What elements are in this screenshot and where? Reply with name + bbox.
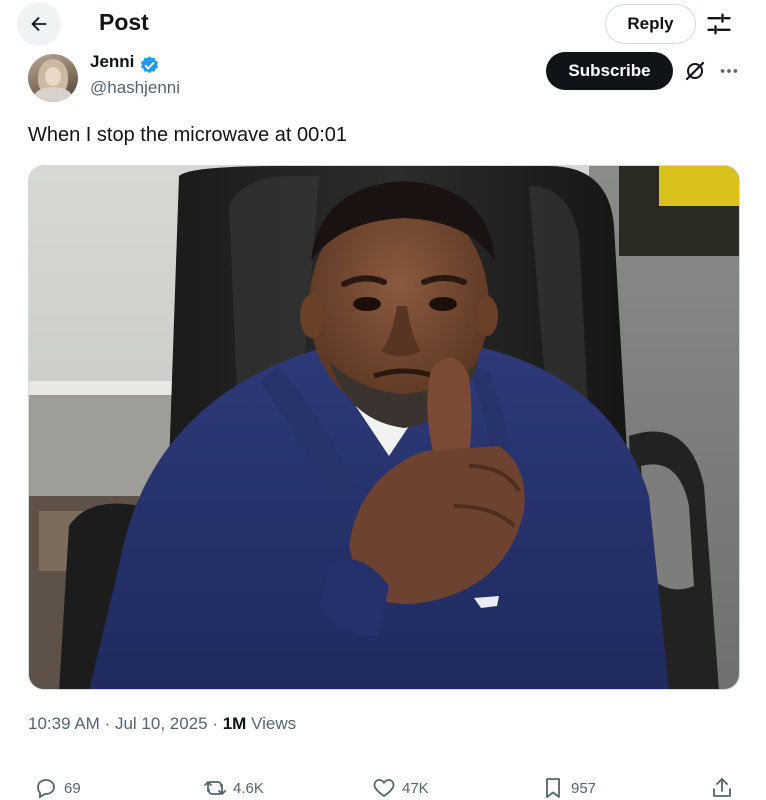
views-count: 1M (222, 714, 247, 733)
action-bar: 69 4.6K 47K 957 (0, 772, 766, 800)
grok-icon[interactable] (683, 59, 707, 83)
reply-icon (37, 779, 55, 799)
bookmark-count: 957 (571, 779, 597, 797)
subscribe-button[interactable]: Subscribe (546, 52, 673, 90)
top-bar: Post Reply (0, 0, 766, 50)
back-button[interactable] (17, 2, 61, 46)
separator: · (212, 714, 223, 733)
share-icon (713, 778, 731, 797)
share-action[interactable] (710, 772, 734, 800)
post-image[interactable] (28, 165, 740, 690)
reply-count: 69 (64, 779, 81, 797)
post-date[interactable]: Jul 10, 2025 (115, 714, 208, 733)
author-handle[interactable]: @hashjenni (90, 78, 180, 98)
post-metadata: 10:39 AM · Jul 10, 2025 · 1M Views (28, 714, 296, 734)
views-label: Views (251, 714, 297, 733)
bookmark-action[interactable]: 957 (541, 772, 596, 800)
bookmark-icon (546, 778, 560, 798)
page-title: Post (99, 9, 149, 35)
author-name[interactable]: Jenni (90, 52, 134, 72)
post-text: When I stop the microwave at 00:01 (28, 124, 348, 146)
meme-photo (29, 166, 739, 689)
verified-badge-icon (141, 56, 158, 74)
repost-icon (204, 781, 226, 795)
post-time[interactable]: 10:39 AM (28, 714, 100, 733)
more-options-icon[interactable] (718, 60, 740, 82)
reply-button[interactable]: Reply (605, 4, 696, 44)
like-count: 47K (402, 779, 429, 797)
separator: · (104, 714, 115, 733)
sliders-icon[interactable] (705, 10, 733, 38)
post-detail-page: Post Reply Jenni @hashjenni Subscribe Wh… (0, 0, 766, 800)
heart-icon (373, 779, 395, 798)
reply-action[interactable]: 69 (34, 772, 81, 800)
like-action[interactable]: 47K (372, 772, 429, 800)
avatar[interactable] (28, 54, 78, 102)
repost-count: 4.6K (233, 779, 264, 797)
arrow-left-icon (31, 16, 47, 32)
repost-action[interactable]: 4.6K (203, 772, 264, 800)
